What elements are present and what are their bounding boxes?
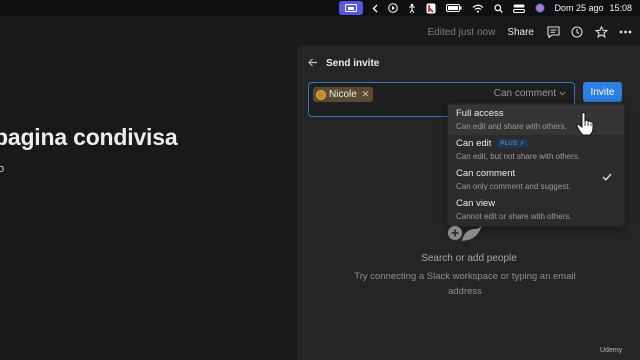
menu-item-description: Can edit and share with others. — [456, 122, 567, 131]
edited-status: Edited just now — [427, 26, 496, 38]
siri-icon[interactable] — [530, 0, 550, 16]
permission-value: Can comment — [493, 88, 556, 99]
menu-item-label: Can edit — [456, 138, 492, 149]
accessibility-icon[interactable] — [403, 0, 421, 16]
hand-cursor-icon — [576, 112, 594, 136]
invitee-name: Nicole — [329, 89, 357, 100]
chevron-left-icon[interactable] — [367, 0, 383, 16]
page-text: o — [0, 163, 5, 175]
panel-title: Send invite — [326, 57, 380, 69]
comment-icon[interactable] — [546, 25, 560, 39]
permission-menu: Full access Can edit and share with othe… — [448, 104, 624, 226]
udemy-watermark: Udemy — [600, 347, 623, 354]
screen-mirroring-icon[interactable] — [339, 1, 364, 15]
avatar — [316, 89, 326, 100]
chevron-down-icon — [559, 91, 566, 96]
checkmark-icon — [602, 173, 612, 181]
menu-item-label: Full access — [456, 108, 504, 119]
panel-header: Send invite — [308, 56, 379, 70]
macos-menu-bar: Dom 25 ago 15:08 — [0, 0, 640, 16]
menu-item-can-comment[interactable]: Can comment Can only comment and suggest… — [448, 165, 624, 195]
share-button[interactable]: Share — [507, 27, 534, 38]
menubar-time[interactable]: 15:08 — [607, 3, 640, 13]
close-icon[interactable]: ✕ — [362, 89, 370, 100]
search-icon[interactable] — [489, 0, 508, 16]
wifi-icon[interactable] — [467, 0, 489, 16]
more-icon[interactable] — [618, 25, 632, 39]
add-person-icon — [448, 224, 482, 241]
play-circle-icon[interactable] — [383, 0, 403, 16]
menu-item-can-view[interactable]: Can view Cannot edit or share with other… — [448, 195, 624, 225]
menubar-date[interactable]: Dom 25 ago — [550, 3, 607, 13]
invitee-chip[interactable]: Nicole ✕ — [313, 87, 374, 102]
menu-item-label: Can comment — [456, 168, 516, 179]
menu-item-can-edit[interactable]: Can edit PLUS ↗ Can edit, but not share … — [448, 135, 624, 165]
back-arrow-icon[interactable] — [308, 56, 318, 70]
menu-item-description: Can only comment and suggest. — [456, 182, 571, 191]
control-center-icon[interactable] — [508, 0, 530, 16]
page-title: pagina condivisa — [0, 124, 178, 150]
empty-state-description: Try connecting a Slack workspace or typi… — [354, 271, 576, 297]
permission-select[interactable]: Can comment — [494, 88, 566, 99]
empty-state-title: Search or add people — [421, 253, 517, 264]
invite-button[interactable]: Invite — [583, 82, 622, 102]
clock-icon[interactable] — [570, 25, 584, 39]
menu-item-label: Can view — [456, 198, 496, 209]
page-topbar: Edited just now Share — [0, 18, 640, 46]
star-icon[interactable] — [594, 25, 608, 39]
plus-badge[interactable]: PLUS ↗ — [497, 139, 528, 148]
app-icon[interactable] — [421, 0, 441, 16]
menu-item-description: Cannot edit or share with others. — [456, 212, 572, 221]
menu-item-description: Can edit, but not share with others. — [456, 152, 581, 161]
menu-item-full-access[interactable]: Full access Can edit and share with othe… — [448, 105, 624, 135]
battery-icon[interactable] — [441, 0, 467, 16]
